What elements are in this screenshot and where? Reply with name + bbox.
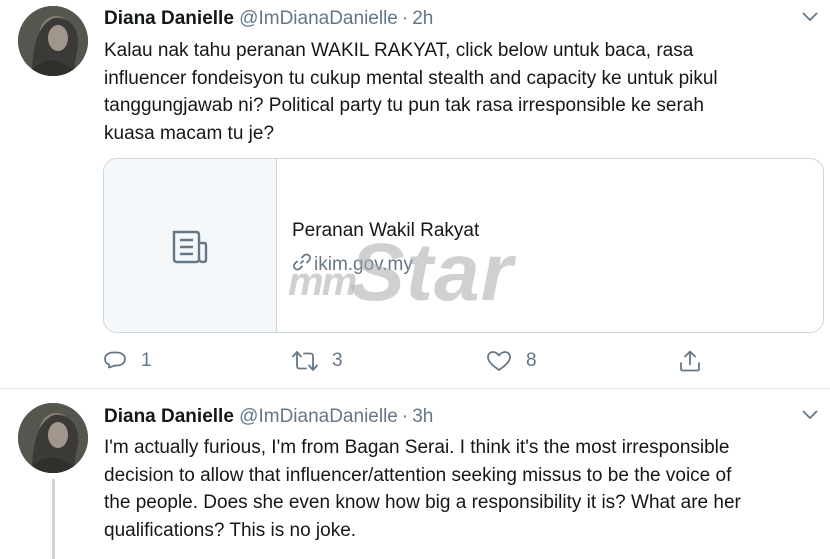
display-name[interactable]: Diana Danielle bbox=[104, 406, 234, 427]
timestamp[interactable]: 2h bbox=[412, 8, 433, 29]
display-name[interactable]: Diana Danielle bbox=[104, 8, 234, 29]
separator-dot: · bbox=[401, 8, 409, 29]
tweet-text-line: the people. Does she even know how big a… bbox=[104, 492, 741, 513]
thread-line bbox=[52, 479, 55, 559]
timestamp[interactable]: 3h bbox=[412, 406, 433, 427]
tweet-header: Diana Danielle @ImDianaDanielle · 2h bbox=[104, 7, 433, 31]
user-handle[interactable]: @ImDianaDanielle bbox=[239, 406, 398, 427]
tweet[interactable]: Diana Danielle @ImDianaDanielle · 2h Kalau… bbox=[0, 0, 830, 389]
tweet-text-line: qualifications? This is no joke. bbox=[104, 519, 357, 541]
tweet-text-line: kuasa macam tu je? bbox=[104, 122, 275, 144]
tweet-text: Kalau nak tahu peranan WAKIL RAKYAT, cli… bbox=[104, 37, 820, 147]
retweet-button[interactable]: 3 bbox=[292, 346, 343, 376]
separator-dot: · bbox=[401, 406, 409, 427]
retweet-icon bbox=[292, 351, 318, 371]
reply-count: 1 bbox=[141, 350, 152, 371]
link-card[interactable]: Peranan Wakil Rakyat ikim.gov.my bbox=[103, 158, 824, 333]
tweet-text-line: I'm actually furious, I'm from Bagan Ser… bbox=[104, 437, 730, 458]
card-title: Peranan Wakil Rakyat bbox=[292, 220, 480, 241]
tweet-text-line: influencer fondeisyon tu cukup mental st… bbox=[104, 67, 718, 89]
retweet-count: 3 bbox=[332, 350, 343, 371]
tweet-actions: 1 3 8 bbox=[0, 346, 830, 376]
card-domain: ikim.gov.my bbox=[292, 252, 413, 276]
tweet[interactable]: Diana Danielle @ImDianaDanielle · 3h I'm a… bbox=[0, 389, 830, 559]
like-button[interactable]: 8 bbox=[486, 346, 537, 376]
like-count: 8 bbox=[526, 350, 537, 371]
heart-icon bbox=[487, 351, 511, 371]
tweet-text: I'm actually furious, I'm from Bagan Ser… bbox=[104, 434, 820, 544]
share-button[interactable] bbox=[678, 346, 716, 376]
card-domain-text: ikim.gov.my bbox=[314, 254, 413, 275]
tweet-text-line: Kalau nak tahu peranan WAKIL RAKYAT, cli… bbox=[104, 40, 694, 61]
chevron-down-icon[interactable] bbox=[802, 410, 818, 420]
tweet-header: Diana Danielle @ImDianaDanielle · 3h bbox=[104, 405, 433, 429]
avatar[interactable] bbox=[18, 6, 88, 76]
reply-button[interactable]: 1 bbox=[103, 346, 152, 376]
link-icon bbox=[292, 253, 312, 271]
reply-icon bbox=[104, 351, 126, 369]
share-icon bbox=[680, 350, 700, 372]
card-thumbnail bbox=[104, 159, 277, 332]
avatar[interactable] bbox=[18, 403, 88, 473]
chevron-down-icon[interactable] bbox=[802, 12, 818, 22]
user-handle[interactable]: @ImDianaDanielle bbox=[239, 8, 398, 29]
tweet-text-line: decision to allow that influencer/attent… bbox=[104, 464, 732, 486]
tweet-text-line: tanggungjawab ni? Political party tu pun… bbox=[104, 95, 704, 116]
document-icon bbox=[172, 230, 208, 264]
